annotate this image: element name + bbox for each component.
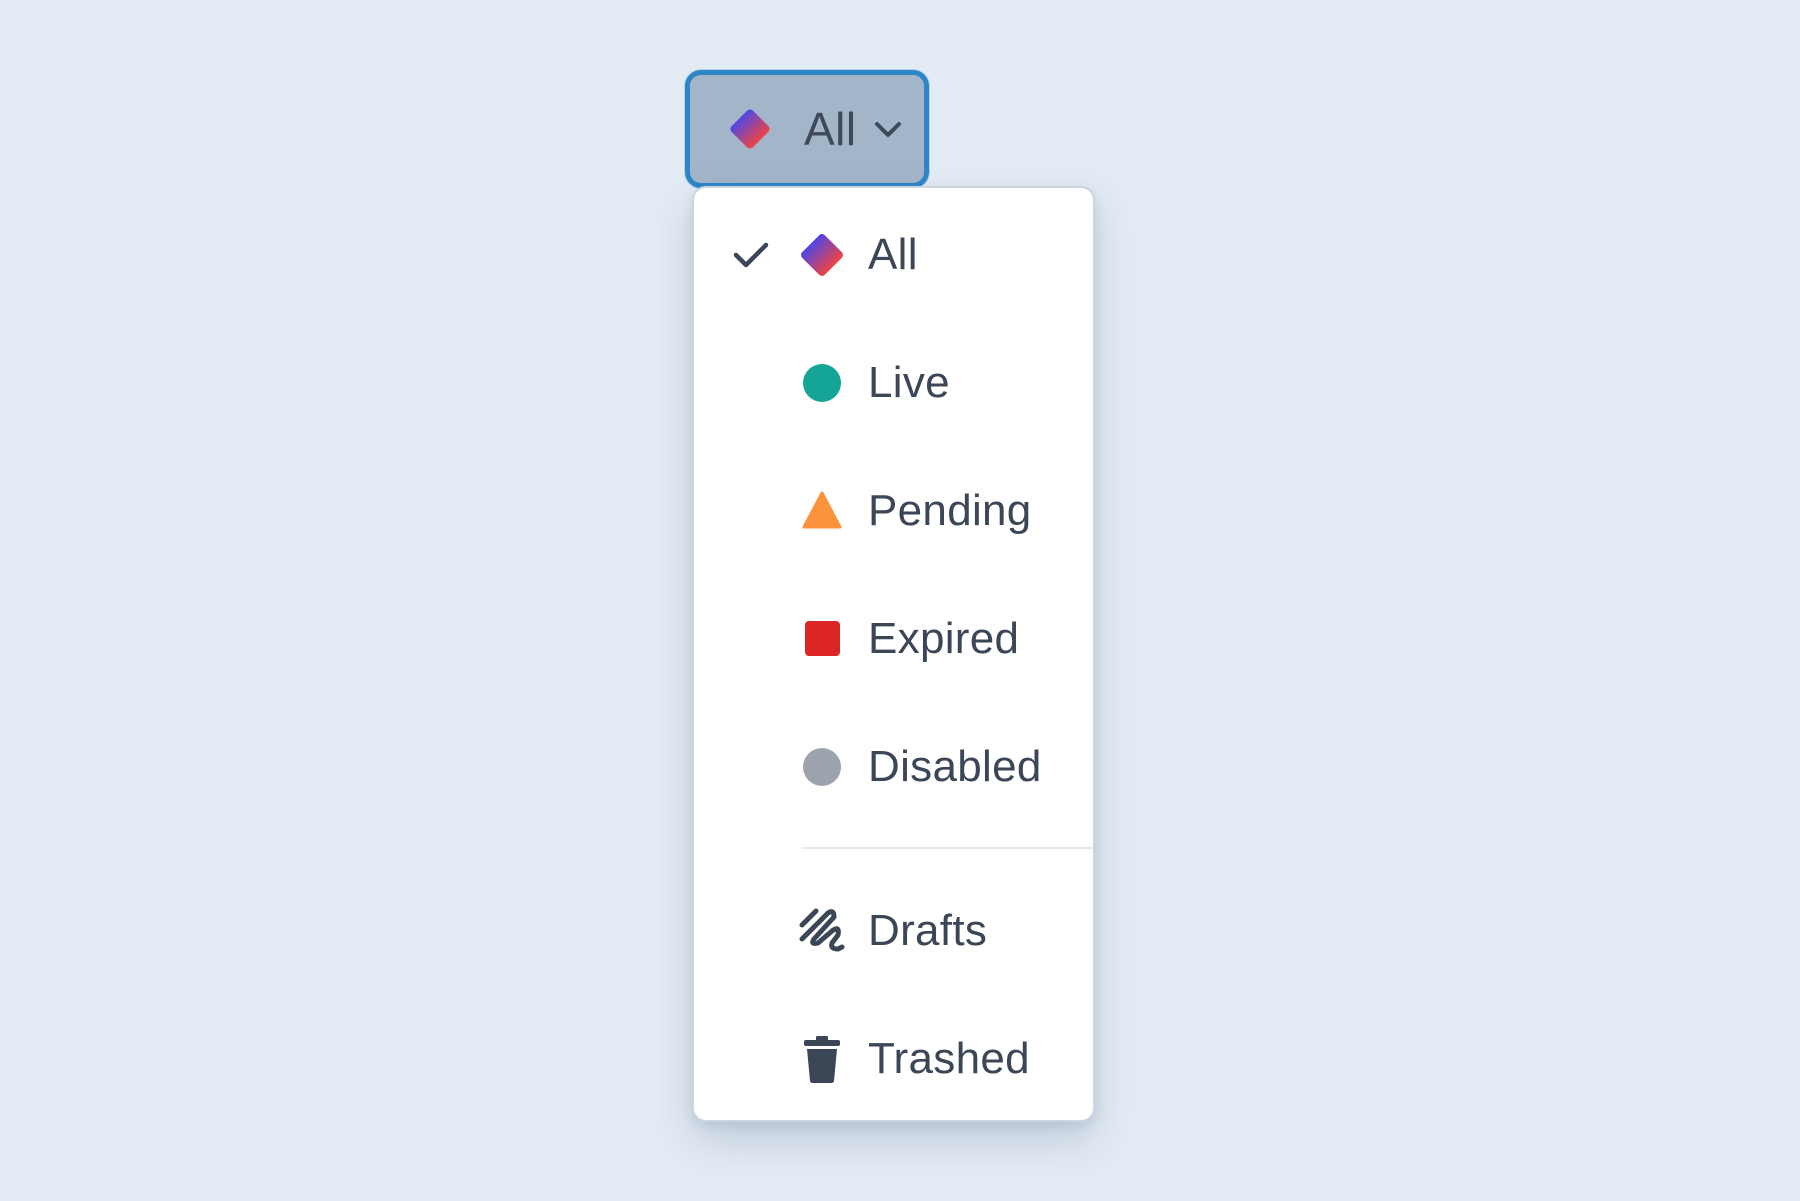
scribble-icon [794,903,850,959]
chevron-down-icon [871,112,905,146]
menu-item-trashed[interactable]: Trashed [694,1004,1093,1114]
status-filter-button[interactable]: All [685,70,929,188]
menu-item-all[interactable]: All [694,200,1093,310]
menu-item-live[interactable]: Live [694,328,1093,438]
menu-divider [802,847,1093,849]
menu-item-label: Trashed [868,1034,1030,1083]
check-icon [730,234,772,276]
menu-item-drafts[interactable]: Drafts [694,876,1093,986]
menu-item-label: Drafts [868,906,988,955]
gradient-diamond-icon [724,103,776,155]
menu-item-label: Live [868,358,950,407]
menu-item-expired[interactable]: Expired [694,584,1093,694]
menu-item-label: Expired [868,614,1020,663]
gradient-diamond-icon [794,227,850,283]
status-dropdown-menu: All Live Pending Expired Disabled Drafts… [692,186,1095,1122]
menu-item-label: All [868,230,918,279]
filter-selected-label: All [804,103,857,155]
menu-item-disabled[interactable]: Disabled [694,712,1093,822]
trash-icon [794,1031,850,1087]
disabled-circle-icon [794,739,850,795]
menu-item-pending[interactable]: Pending [694,456,1093,566]
menu-item-label: Pending [868,486,1032,535]
live-circle-icon [794,355,850,411]
expired-square-icon [794,611,850,667]
pending-triangle-icon [794,483,850,539]
menu-item-label: Disabled [868,742,1042,791]
